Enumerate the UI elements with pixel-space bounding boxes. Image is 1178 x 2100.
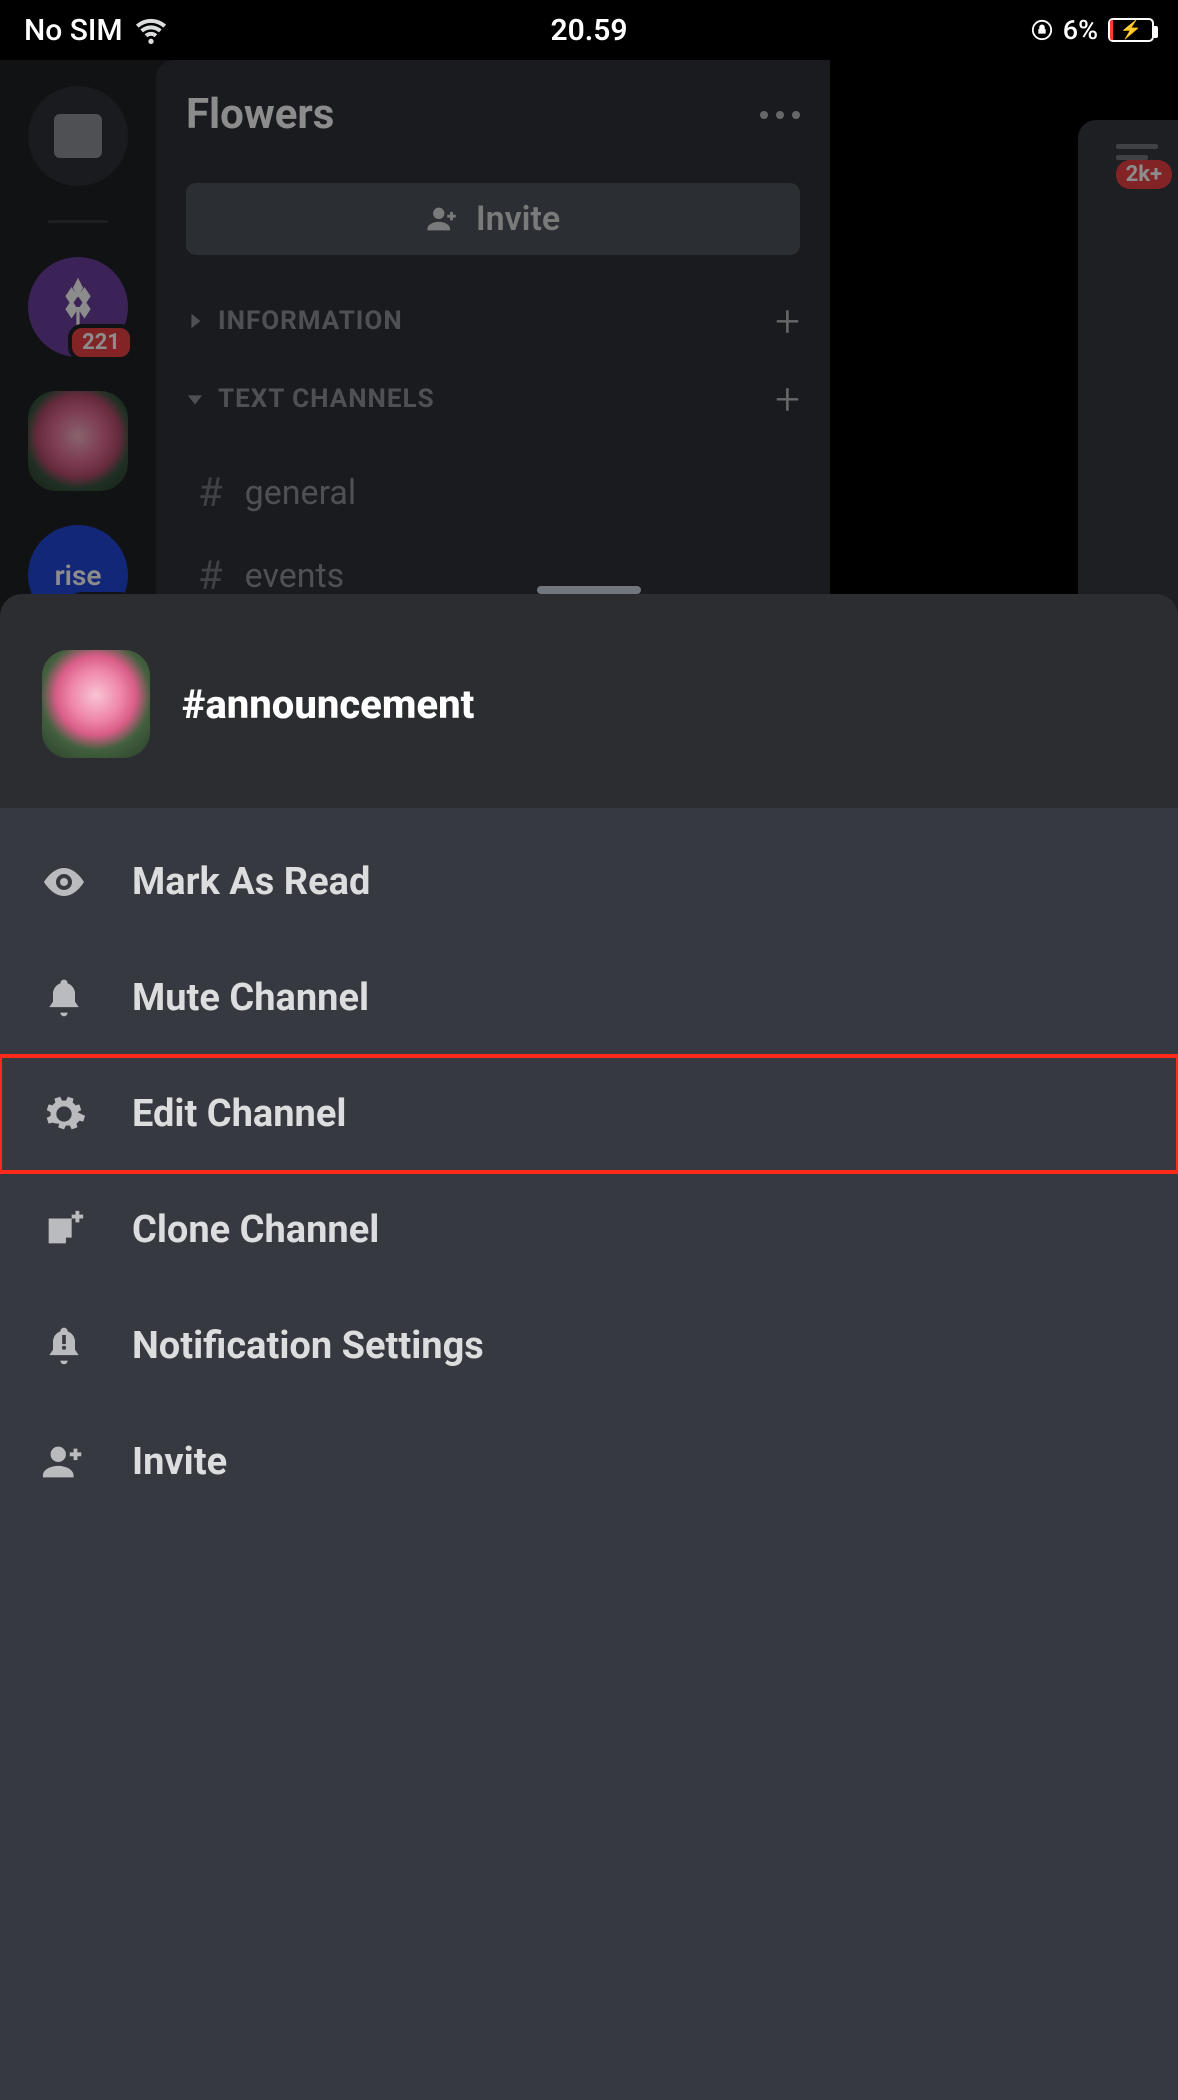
battery-icon: ⚡: [1108, 18, 1154, 42]
hash-icon: #: [198, 469, 223, 516]
hash-icon: #: [198, 552, 223, 599]
drag-handle[interactable]: [537, 586, 641, 594]
action-label: Clone Channel: [132, 1208, 379, 1252]
dm-button[interactable]: [28, 86, 128, 186]
action-label: Invite: [132, 1440, 227, 1484]
badge-count: 221: [68, 324, 134, 361]
category-information[interactable]: INFORMATION +: [186, 295, 800, 347]
action-label: Mute Channel: [132, 976, 369, 1020]
action-invite[interactable]: Invite: [0, 1404, 1178, 1520]
hamburger-icon: [1116, 144, 1158, 160]
more-icon[interactable]: [760, 111, 800, 119]
battery-percent: 6%: [1063, 14, 1098, 46]
channel-label: general: [245, 473, 357, 513]
status-bar: No SIM 20.59 6% ⚡: [0, 0, 1178, 60]
server-name[interactable]: Flowers: [186, 90, 334, 139]
rail-divider: [48, 220, 108, 223]
action-label: Mark As Read: [132, 860, 370, 904]
action-label: Notification Settings: [132, 1324, 484, 1368]
action-notifications[interactable]: Notification Settings: [0, 1288, 1178, 1404]
category-text-channels[interactable]: TEXT CHANNELS +: [186, 373, 800, 425]
channel-action-sheet: #announcement Mark As Read Mute Channel …: [0, 594, 1178, 2100]
channel-label: events: [245, 556, 345, 596]
chat-icon: [54, 114, 102, 158]
action-mute[interactable]: Mute Channel: [0, 940, 1178, 1056]
sheet-channel-name: #announcement: [182, 681, 474, 728]
server-wheat[interactable]: 221: [28, 257, 128, 357]
wifi-icon: [135, 14, 167, 46]
badge-count: 2k+: [1116, 160, 1172, 189]
add-channel-icon[interactable]: +: [775, 295, 800, 347]
category-label: TEXT CHANNELS: [218, 384, 435, 414]
server-flowers-selected[interactable]: [28, 391, 128, 491]
category-label: INFORMATION: [218, 306, 403, 336]
invite-button[interactable]: Invite: [186, 183, 800, 255]
server-rise-label: rise: [55, 559, 102, 592]
add-channel-icon[interactable]: +: [775, 373, 800, 425]
eye-icon: [40, 858, 88, 906]
clock: 20.59: [550, 13, 627, 48]
chevron-down-icon: [186, 390, 204, 408]
server-avatar: [42, 650, 150, 758]
invite-label: Invite: [476, 199, 560, 239]
action-label: Edit Channel: [132, 1092, 346, 1136]
add-user-icon: [41, 1442, 87, 1482]
bell-alert-icon: [42, 1324, 86, 1368]
channel-general[interactable]: # general: [186, 451, 800, 534]
bell-icon: [42, 976, 86, 1020]
action-edit-channel[interactable]: Edit Channel: [0, 1056, 1178, 1172]
rotation-lock-icon: [1031, 19, 1053, 41]
chevron-right-icon: [186, 312, 204, 330]
sim-status: No SIM: [24, 13, 123, 48]
gear-icon: [41, 1091, 87, 1137]
clone-icon: [41, 1207, 87, 1253]
action-mark-read[interactable]: Mark As Read: [0, 824, 1178, 940]
action-clone[interactable]: Clone Channel: [0, 1172, 1178, 1288]
add-user-icon: [426, 204, 460, 234]
